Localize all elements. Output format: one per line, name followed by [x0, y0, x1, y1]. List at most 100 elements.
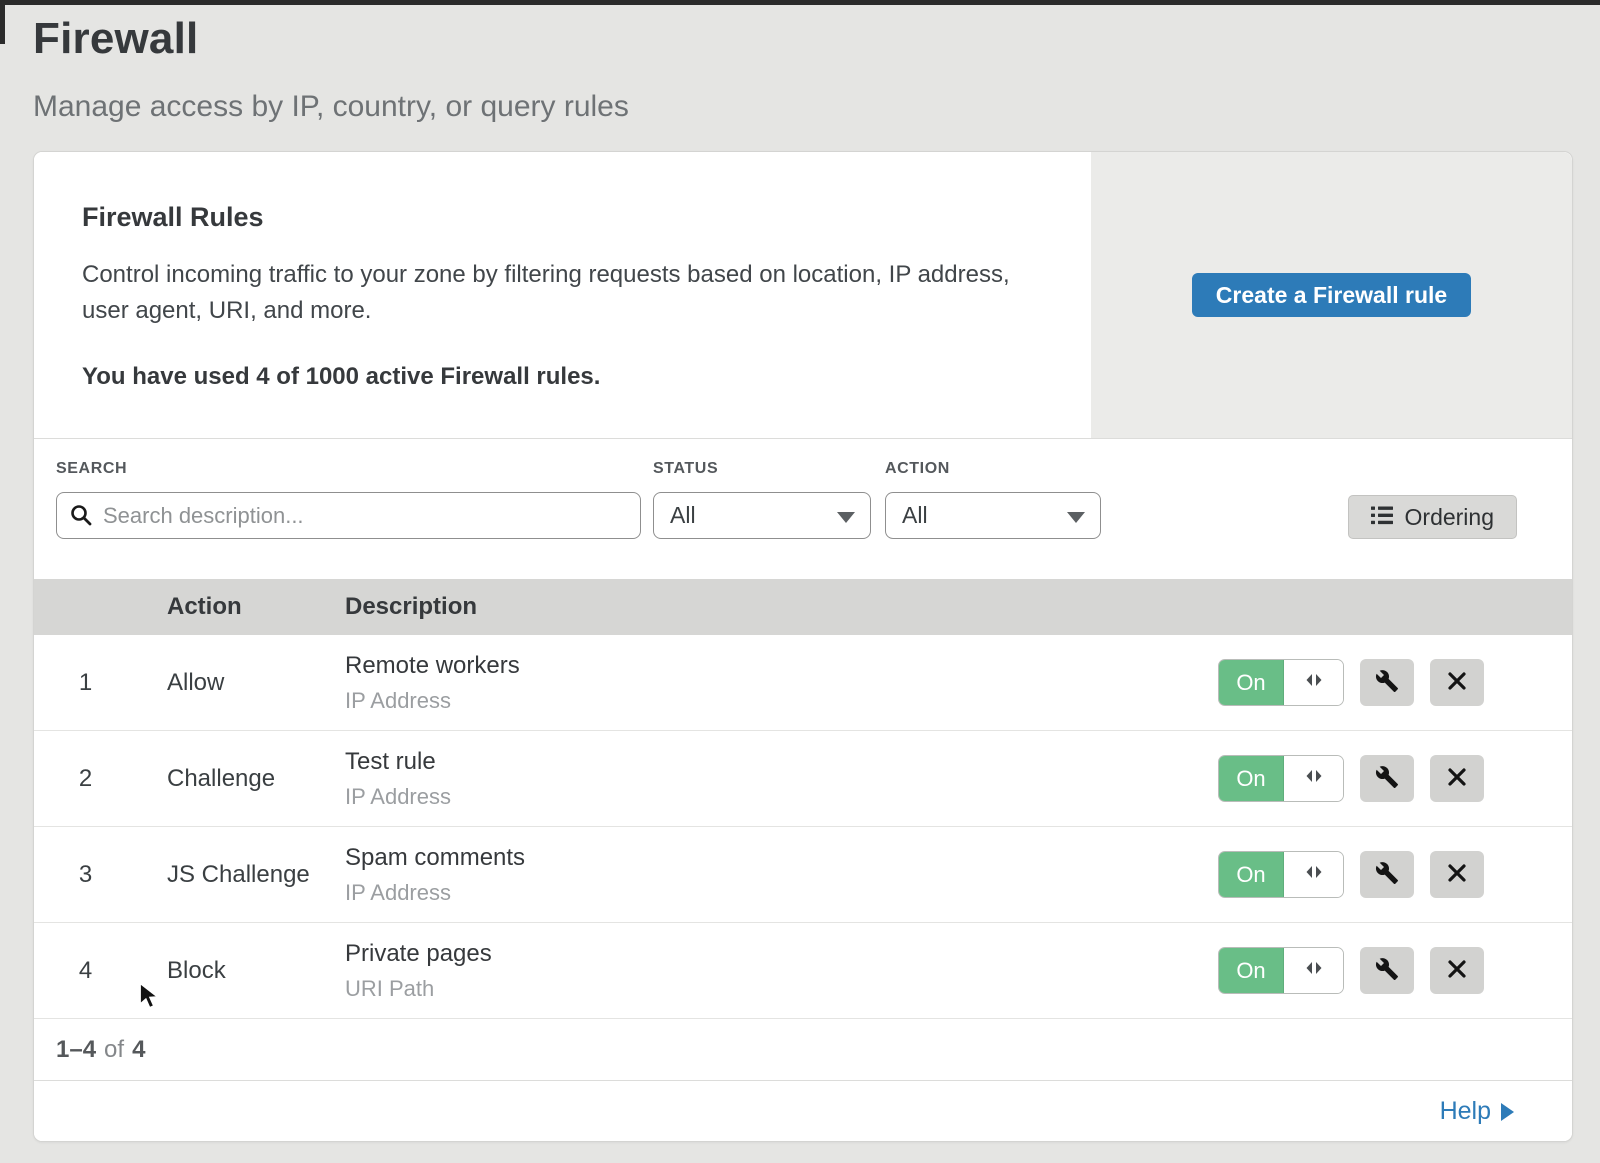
table-row: 2 Challenge Test rule IP Address On	[34, 731, 1572, 827]
left-right-arrows-icon	[1304, 960, 1324, 981]
delete-rule-button[interactable]	[1430, 755, 1484, 802]
column-header-description: Description	[345, 593, 1218, 621]
rule-match-type: IP Address	[345, 784, 1218, 810]
toggle-on-label: On	[1218, 851, 1284, 898]
status-selected-value: All	[670, 502, 696, 529]
rule-match-type: URI Path	[345, 976, 1218, 1002]
ordering-button-label: Ordering	[1405, 504, 1494, 531]
ordered-list-icon	[1371, 504, 1393, 531]
rule-priority: 2	[34, 765, 167, 793]
left-right-arrows-icon	[1304, 672, 1324, 693]
rule-priority: 1	[34, 669, 167, 697]
chevron-down-icon	[1067, 512, 1085, 523]
close-icon	[1447, 959, 1467, 982]
ordering-button[interactable]: Ordering	[1348, 495, 1517, 539]
search-input[interactable]	[56, 492, 641, 539]
rule-enabled-toggle[interactable]: On	[1218, 851, 1344, 898]
toggle-handle[interactable]	[1284, 756, 1343, 801]
help-link-label: Help	[1440, 1097, 1491, 1126]
rule-description-title: Private pages	[345, 940, 1218, 968]
toggle-on-label: On	[1218, 755, 1284, 802]
rule-description-title: Spam comments	[345, 844, 1218, 872]
pagination-summary: 1–4 of 4	[34, 1019, 1572, 1081]
rule-description-title: Test rule	[345, 748, 1218, 776]
page-title: Firewall	[33, 14, 1573, 64]
rule-description-title: Remote workers	[345, 652, 1218, 680]
rule-controls: On	[1218, 947, 1572, 994]
edit-rule-button[interactable]	[1360, 659, 1414, 706]
rule-controls: On	[1218, 755, 1572, 802]
delete-rule-button[interactable]	[1430, 947, 1484, 994]
create-rule-panel: Create a Firewall rule	[1091, 152, 1572, 438]
rule-enabled-toggle[interactable]: On	[1218, 755, 1344, 802]
table-row: 1 Allow Remote workers IP Address On	[34, 635, 1572, 731]
help-row: Help	[34, 1081, 1572, 1141]
rule-action: Allow	[167, 669, 345, 697]
firewall-page: Firewall Manage access by IP, country, o…	[0, 0, 1600, 1142]
rule-match-type: IP Address	[345, 688, 1218, 714]
edit-rule-button[interactable]	[1360, 755, 1414, 802]
delete-rule-button[interactable]	[1430, 659, 1484, 706]
close-icon	[1447, 863, 1467, 886]
filters-bar: SEARCH STATUS All ACTION	[34, 439, 1572, 579]
firewall-rules-card: Firewall Rules Control incoming traffic …	[33, 151, 1573, 1142]
rules-usage-text: You have used 4 of 1000 active Firewall …	[82, 363, 1043, 391]
table-header: Action Description	[34, 579, 1572, 635]
left-right-arrows-icon	[1304, 864, 1324, 885]
toggle-on-label: On	[1218, 947, 1284, 994]
table-row: 3 JS Challenge Spam comments IP Address …	[34, 827, 1572, 923]
table-row: 4 Block Private pages URI Path On	[34, 923, 1572, 1019]
column-header-action: Action	[167, 593, 345, 621]
action-select[interactable]: All	[885, 492, 1101, 539]
rule-controls: On	[1218, 659, 1572, 706]
rule-priority: 3	[34, 861, 167, 889]
rule-controls: On	[1218, 851, 1572, 898]
close-icon	[1447, 671, 1467, 694]
status-filter-group: STATUS All	[653, 460, 871, 539]
window-edge-left	[0, 0, 5, 44]
wrench-icon	[1375, 861, 1399, 888]
search-icon	[70, 504, 92, 531]
rule-description-cell: Remote workers IP Address	[345, 652, 1218, 714]
rule-action: Challenge	[167, 765, 345, 793]
window-edge-top	[0, 0, 1600, 5]
arrow-right-icon	[1501, 1103, 1514, 1121]
page-subtitle: Manage access by IP, country, or query r…	[33, 90, 1573, 124]
pagination-total: 4	[132, 1036, 145, 1064]
rules-table-body: 1 Allow Remote workers IP Address On	[34, 635, 1572, 1019]
rule-enabled-toggle[interactable]: On	[1218, 947, 1344, 994]
rule-description-cell: Test rule IP Address	[345, 748, 1218, 810]
status-label: STATUS	[653, 460, 871, 478]
edit-rule-button[interactable]	[1360, 947, 1414, 994]
action-label: ACTION	[885, 460, 1101, 478]
intro-description: Control incoming traffic to your zone by…	[82, 257, 1042, 329]
create-firewall-rule-button[interactable]: Create a Firewall rule	[1192, 273, 1471, 317]
toggle-handle[interactable]	[1284, 660, 1343, 705]
intro-section: Firewall Rules Control incoming traffic …	[34, 152, 1572, 439]
rule-enabled-toggle[interactable]: On	[1218, 659, 1344, 706]
intro-text-panel: Firewall Rules Control incoming traffic …	[34, 152, 1091, 438]
action-selected-value: All	[902, 502, 928, 529]
rule-priority: 4	[34, 957, 167, 985]
rule-description-cell: Private pages URI Path	[345, 940, 1218, 1002]
pagination-range: 1–4	[56, 1036, 96, 1064]
toggle-on-label: On	[1218, 659, 1284, 706]
rule-action: Block	[167, 957, 345, 985]
delete-rule-button[interactable]	[1430, 851, 1484, 898]
help-link[interactable]: Help	[1440, 1097, 1514, 1126]
toggle-handle[interactable]	[1284, 948, 1343, 993]
search-box	[56, 492, 641, 539]
action-filter-group: ACTION All	[885, 460, 1101, 539]
search-filter-group: SEARCH	[56, 460, 641, 539]
rule-description-cell: Spam comments IP Address	[345, 844, 1218, 906]
edit-rule-button[interactable]	[1360, 851, 1414, 898]
search-label: SEARCH	[56, 460, 641, 478]
rule-action: JS Challenge	[167, 861, 345, 889]
wrench-icon	[1375, 765, 1399, 792]
toggle-handle[interactable]	[1284, 852, 1343, 897]
close-icon	[1447, 767, 1467, 790]
pagination-of-label: of	[104, 1036, 124, 1064]
status-select[interactable]: All	[653, 492, 871, 539]
rule-match-type: IP Address	[345, 880, 1218, 906]
left-right-arrows-icon	[1304, 768, 1324, 789]
